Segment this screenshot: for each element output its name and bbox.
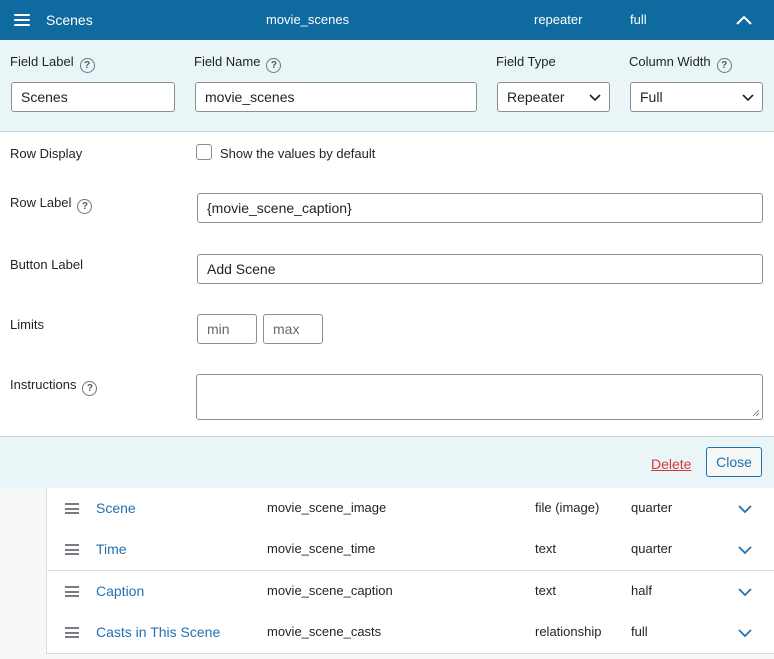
subfield-row[interactable]: Casts in This Scene movie_scene_casts re… <box>46 612 774 654</box>
drag-handle-icon[interactable] <box>65 586 79 597</box>
chevron-down-icon[interactable] <box>737 586 753 598</box>
field-type-select[interactable]: Repeater <box>497 82 610 112</box>
menu-icon[interactable] <box>14 14 30 26</box>
field-type-value: Repeater <box>507 89 565 105</box>
chevron-up-icon[interactable] <box>735 13 753 27</box>
field-name-input[interactable]: movie_scenes <box>195 82 477 112</box>
drag-handle-icon[interactable] <box>65 503 79 514</box>
help-icon[interactable]: ? <box>77 199 93 214</box>
help-icon[interactable]: ? <box>82 381 98 396</box>
subfields-list: Scene movie_scene_image file (image) qua… <box>0 488 774 659</box>
limits-max-input[interactable]: max <box>263 314 323 344</box>
chevron-down-icon[interactable] <box>737 503 753 515</box>
help-icon[interactable]: ? <box>266 58 282 73</box>
panel-footer: Delete Close <box>0 436 774 488</box>
subfield-type: file (image) <box>535 500 600 515</box>
subfield-name: movie_scene_image <box>267 500 387 515</box>
subfield-type: text <box>535 541 556 556</box>
field-basics-row: Field Label? Field Name? Field Type Colu… <box>0 40 774 132</box>
subfield-name: movie_scene_time <box>267 541 376 556</box>
subfield-row[interactable]: Scene movie_scene_image file (image) qua… <box>46 488 774 530</box>
subfield-width: quarter <box>631 500 673 515</box>
row-label-label: Row Label? <box>10 195 93 214</box>
chevron-down-icon <box>589 94 601 102</box>
header-field-name: movie_scenes <box>266 12 350 27</box>
help-icon[interactable]: ? <box>716 58 732 73</box>
subfield-label[interactable]: Caption <box>96 583 144 599</box>
close-button[interactable]: Close <box>706 447 762 477</box>
limits-min-input[interactable]: min <box>197 314 257 344</box>
header-width: full <box>630 12 647 27</box>
field-settings-panel: Field Label? Field Name? Field Type Colu… <box>0 40 774 488</box>
show-values-checkbox[interactable] <box>196 144 212 160</box>
subfield-label[interactable]: Casts in This Scene <box>96 624 220 640</box>
subfield-row[interactable]: Caption movie_scene_caption text half <box>46 571 774 613</box>
delete-link[interactable]: Delete <box>651 456 691 472</box>
field-label-label: Field Label? <box>10 54 95 73</box>
drag-handle-icon[interactable] <box>65 627 79 638</box>
resize-grip-icon[interactable] <box>752 409 760 417</box>
chevron-down-icon <box>742 94 754 102</box>
field-title: Scenes <box>46 12 93 28</box>
column-width-value: Full <box>640 89 663 105</box>
instructions-label: Instructions? <box>10 377 98 396</box>
help-icon[interactable]: ? <box>79 58 95 73</box>
chevron-down-icon[interactable] <box>737 544 753 556</box>
subfield-width: full <box>631 624 648 639</box>
subfield-type: text <box>535 583 556 598</box>
subfield-name: movie_scene_caption <box>267 583 393 598</box>
field-name-label: Field Name? <box>194 54 282 73</box>
column-width-label: Column Width? <box>629 54 732 73</box>
subfield-width: half <box>631 583 652 598</box>
subfield-row[interactable]: Time movie_scene_time text quarter <box>46 529 774 571</box>
subfield-label[interactable]: Scene <box>96 500 136 516</box>
limits-label: Limits <box>10 317 44 332</box>
instructions-textarea[interactable] <box>196 374 763 420</box>
header-field-type: repeater <box>534 12 583 27</box>
subfield-label[interactable]: Time <box>96 541 127 557</box>
subfield-type: relationship <box>535 624 602 639</box>
field-type-label: Field Type <box>496 54 556 69</box>
show-values-label[interactable]: Show the values by default <box>220 146 375 162</box>
field-label-input[interactable]: Scenes <box>11 82 175 112</box>
drag-handle-icon[interactable] <box>65 544 79 555</box>
subfield-name: movie_scene_casts <box>267 624 382 639</box>
button-label-input[interactable]: Add Scene <box>197 254 763 284</box>
chevron-down-icon[interactable] <box>737 627 753 639</box>
field-header[interactable]: Scenes movie_scenes repeater full <box>0 0 774 40</box>
row-display-label: Row Display <box>10 146 83 161</box>
column-width-select[interactable]: Full <box>630 82 763 112</box>
subfield-width: quarter <box>631 541 673 556</box>
row-label-input[interactable]: {movie_scene_caption} <box>197 193 763 223</box>
button-label-label: Button Label <box>10 257 84 272</box>
